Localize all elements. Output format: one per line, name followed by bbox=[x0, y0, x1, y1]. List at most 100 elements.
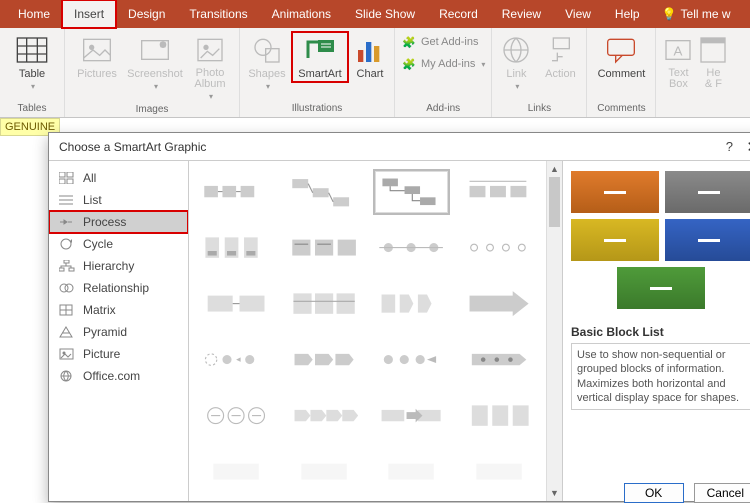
category-process[interactable]: Process bbox=[49, 211, 188, 233]
chart-button[interactable]: Chart bbox=[350, 32, 390, 82]
tab-insert[interactable]: Insert bbox=[62, 0, 116, 28]
smartart-thumb[interactable] bbox=[373, 393, 451, 439]
smartart-thumb[interactable] bbox=[460, 337, 538, 383]
smartart-thumb[interactable] bbox=[373, 225, 451, 271]
table-button[interactable]: Table▾ bbox=[4, 32, 60, 93]
smartart-thumb[interactable] bbox=[460, 169, 538, 215]
smartart-thumb[interactable] bbox=[460, 449, 538, 495]
tab-animations[interactable]: Animations bbox=[260, 0, 343, 28]
pictures-button[interactable]: Pictures bbox=[69, 32, 125, 82]
cycle-icon bbox=[59, 237, 75, 251]
tab-design[interactable]: Design bbox=[116, 0, 177, 28]
category-hierarchy[interactable]: Hierarchy bbox=[49, 255, 188, 277]
tell-me[interactable]: 💡 Tell me w bbox=[652, 7, 731, 21]
action-button[interactable]: Action bbox=[538, 32, 582, 82]
smartart-thumb[interactable] bbox=[197, 169, 275, 215]
shapes-button[interactable]: Shapes▾ bbox=[244, 32, 290, 93]
smartart-thumb[interactable] bbox=[285, 225, 363, 271]
preview-pane: Basic Block List Use to show non-sequent… bbox=[562, 161, 750, 501]
pictures-label: Pictures bbox=[77, 68, 117, 80]
get-addins-label: Get Add-ins bbox=[421, 36, 478, 48]
smartart-thumb[interactable] bbox=[285, 449, 363, 495]
gallery-scrollbar[interactable]: ▲ ▼ bbox=[546, 161, 562, 501]
link-button[interactable]: Link▾ bbox=[496, 32, 536, 93]
category-matrix[interactable]: Matrix bbox=[49, 299, 188, 321]
group-text: A Text Box He & F bbox=[656, 28, 732, 117]
textbox-button[interactable]: A Text Box bbox=[660, 32, 696, 92]
category-picture[interactable]: Picture bbox=[49, 343, 188, 365]
screenshot-icon bbox=[139, 34, 171, 66]
smartart-thumb-selected[interactable] bbox=[373, 169, 451, 215]
hierarchy-icon bbox=[59, 259, 75, 273]
ok-button[interactable]: OK bbox=[624, 483, 684, 501]
category-pyramid[interactable]: Pyramid bbox=[49, 321, 188, 343]
photo-album-icon bbox=[194, 34, 226, 66]
tab-home[interactable]: Home bbox=[6, 0, 62, 28]
relationship-icon bbox=[59, 281, 75, 295]
smartart-icon bbox=[304, 34, 336, 66]
tab-review[interactable]: Review bbox=[490, 0, 553, 28]
smartart-thumb[interactable] bbox=[197, 337, 275, 383]
category-cycle[interactable]: Cycle bbox=[49, 233, 188, 255]
tab-slideshow[interactable]: Slide Show bbox=[343, 0, 427, 28]
tab-record[interactable]: Record bbox=[427, 0, 490, 28]
cancel-button[interactable]: Cancel bbox=[694, 483, 750, 501]
scroll-thumb[interactable] bbox=[549, 177, 560, 227]
category-label: Hierarchy bbox=[83, 259, 134, 273]
smartart-thumb[interactable] bbox=[285, 337, 363, 383]
smartart-thumb[interactable] bbox=[197, 393, 275, 439]
smartart-button[interactable]: SmartArt bbox=[292, 32, 348, 82]
my-addins-label: My Add-ins bbox=[421, 58, 475, 70]
smartart-thumb[interactable] bbox=[285, 169, 363, 215]
dialog-help-button[interactable]: ? bbox=[726, 139, 733, 154]
get-addins-button[interactable]: 🧩Get Add-ins bbox=[401, 32, 478, 52]
category-office[interactable]: Office.com bbox=[49, 365, 188, 387]
smartart-thumb[interactable] bbox=[373, 337, 451, 383]
lightbulb-icon: 💡 bbox=[662, 7, 677, 21]
preview-title: Basic Block List bbox=[571, 325, 750, 339]
dialog-close-button[interactable]: ✕ bbox=[746, 138, 750, 156]
smartart-thumb[interactable] bbox=[285, 393, 363, 439]
group-addins: 🧩Get Add-ins 🧩My Add-ins ▾ Add-ins bbox=[395, 28, 492, 117]
picture-icon bbox=[81, 34, 113, 66]
group-links: Link▾ Action Links bbox=[492, 28, 587, 117]
dialog-titlebar: Choose a SmartArt Graphic ? ✕ bbox=[49, 133, 750, 161]
matrix-icon bbox=[59, 303, 75, 317]
my-addins-button[interactable]: 🧩My Add-ins ▾ bbox=[401, 54, 485, 74]
group-images: Pictures Screenshot▾ Photo Album▾ Images bbox=[65, 28, 240, 117]
smartart-thumb[interactable] bbox=[197, 449, 275, 495]
scroll-track[interactable] bbox=[547, 177, 562, 485]
category-relationship[interactable]: Relationship bbox=[49, 277, 188, 299]
header-footer-button[interactable]: He & F bbox=[698, 32, 728, 92]
table-icon bbox=[16, 34, 48, 66]
smartart-thumb[interactable] bbox=[460, 393, 538, 439]
smartart-thumb[interactable] bbox=[197, 281, 275, 327]
group-illustrations: Shapes▾ SmartArt Chart Illustrations bbox=[240, 28, 395, 117]
smartart-thumb[interactable] bbox=[285, 281, 363, 327]
scroll-down-icon[interactable]: ▼ bbox=[547, 485, 562, 501]
category-label: Relationship bbox=[83, 281, 149, 295]
smartart-thumb[interactable] bbox=[373, 449, 451, 495]
category-label: Cycle bbox=[83, 237, 113, 251]
category-all[interactable]: All bbox=[49, 167, 188, 189]
screenshot-button[interactable]: Screenshot▾ bbox=[127, 32, 183, 93]
scroll-up-icon[interactable]: ▲ bbox=[547, 161, 562, 177]
tab-transitions[interactable]: Transitions bbox=[177, 0, 259, 28]
smartart-thumb[interactable] bbox=[460, 281, 538, 327]
link-icon bbox=[500, 34, 532, 66]
group-text-label bbox=[660, 102, 728, 117]
smartart-dialog: Choose a SmartArt Graphic ? ✕ All List P… bbox=[48, 132, 750, 502]
tab-help[interactable]: Help bbox=[603, 0, 652, 28]
smartart-thumb[interactable] bbox=[197, 225, 275, 271]
photo-album-button[interactable]: Photo Album▾ bbox=[185, 32, 235, 103]
category-list-item[interactable]: List bbox=[49, 189, 188, 211]
comment-button[interactable]: Comment bbox=[591, 32, 651, 82]
smartart-thumb[interactable] bbox=[460, 225, 538, 271]
shapes-label: Shapes bbox=[248, 68, 285, 80]
tell-me-label: Tell me w bbox=[681, 7, 731, 21]
tab-view[interactable]: View bbox=[553, 0, 603, 28]
ribbon: Table▾ Tables Pictures Screenshot▾ Photo… bbox=[0, 28, 750, 118]
group-addins-label: Add-ins bbox=[399, 102, 487, 117]
preview-tile bbox=[665, 171, 750, 213]
smartart-thumb[interactable] bbox=[373, 281, 451, 327]
